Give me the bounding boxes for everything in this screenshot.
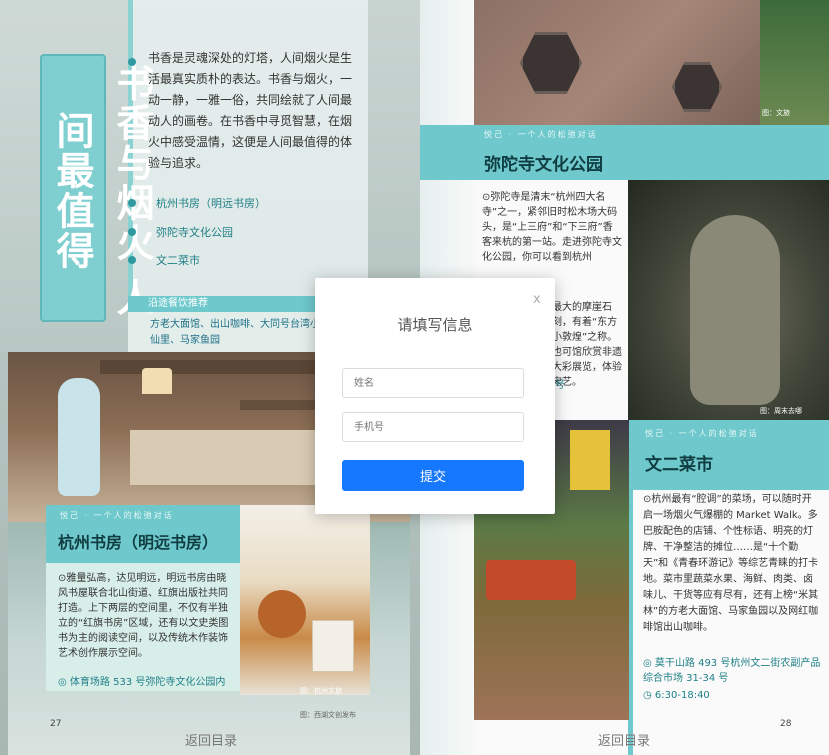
section2-title: 文二菜市 — [645, 455, 713, 475]
section2-address: ◎ 莫干山路 493 号杭州文二街农副产品综合市场 31-34 号 — [643, 656, 821, 686]
card-body-text: ⊙雅量弘高，达见明远，明远书房由晓风书屋联合北山街道、红旗出版社共同打造。上下两… — [58, 573, 229, 659]
toc-item-mituo-park[interactable]: 弥陀寺文化公园 — [156, 224, 233, 240]
section2-eyebrow: 悦己 · 一个人的松弛对话 — [645, 429, 759, 438]
photo-credit: 图：文旅 — [762, 109, 790, 117]
bookstore-card-body: ⊙雅量弘高，达见明远，明远书房由晓风书屋联合北山街道、红旗出版社共同打造。上下两… — [46, 563, 241, 691]
timeline-dot — [128, 199, 136, 207]
toc-item-wener-market[interactable]: 文二菜市 — [156, 252, 200, 268]
photo-credit: 图：周末去哪 — [760, 407, 802, 415]
bookstore-card-header: 悦己 · 一个人的松弛对话 杭州书房（明远书房） — [46, 505, 241, 563]
section1-eyebrow: 悦己 · 一个人的松弛对话 — [484, 130, 598, 139]
photo-credit: 图：西湖文创发布 — [300, 711, 356, 719]
modal-title: 请填写信息 — [397, 316, 473, 334]
section1-address-tail: 号 — [555, 380, 565, 391]
photo-credit: 图：杭州文旅 — [300, 687, 342, 695]
book-stack — [312, 620, 354, 672]
section2-address-text: 莫干山路 493 号杭州文二街农副产品综合市场 31-34 号 — [643, 658, 821, 684]
back-to-toc-left[interactable]: 返回目录 — [185, 730, 237, 749]
produce-stall — [486, 560, 576, 600]
section1-title: 弥陀寺文化公园 — [484, 155, 603, 175]
close-icon[interactable]: x — [533, 292, 541, 307]
doll-figure — [58, 378, 100, 496]
phone-input[interactable] — [342, 412, 524, 442]
lamp-icon — [142, 368, 172, 394]
card-address-text: 体育场路 533 号弥陀寺文化公园内 — [69, 677, 226, 688]
timeline-dot — [128, 256, 136, 264]
vertical-title-banner: 书香与烟火 人间最值得 — [40, 54, 155, 322]
section2-hours: ◷ 6:30-18:40 — [643, 690, 710, 701]
card-title: 杭州书房（明远书房） — [58, 533, 219, 552]
recommend-text: 方老大面馆、出山咖啡、大同号台湾小生仙里、马家鱼园 — [150, 319, 330, 346]
timeline-dot — [128, 58, 136, 66]
location-icon: ◎ — [643, 658, 655, 669]
food-bowl — [258, 590, 306, 638]
card-eyebrow: 悦己 · 一个人的松弛对话 — [60, 511, 174, 520]
vertical-title: 书香与烟火 人间最值得 — [50, 63, 155, 319]
back-to-toc-right[interactable]: 返回目录 — [598, 730, 650, 749]
name-input[interactable] — [342, 368, 524, 398]
foliage — [760, 0, 829, 125]
card-address: ◎ 体育场路 533 号弥陀寺文化公园内 — [58, 673, 238, 688]
buddha-figure — [690, 215, 780, 405]
section1-band — [420, 125, 829, 180]
timeline-dot — [128, 228, 136, 236]
intro-text: 书香是灵魂深处的灯塔，人间烟火是生活最真实质朴的表达。书香与烟火，一动一静，一雅… — [148, 51, 353, 170]
location-icon: ◎ — [58, 677, 70, 688]
section2-hours-text: 6:30-18:40 — [654, 690, 710, 701]
toc-item-bookstore[interactable]: 杭州书房（明远书房） — [156, 195, 266, 211]
page-number-left: 27 — [50, 719, 62, 729]
page-number-right: 28 — [780, 719, 792, 729]
clock-icon: ◷ — [643, 690, 655, 701]
market-sign — [570, 430, 610, 490]
submit-button[interactable]: 提交 — [342, 460, 524, 491]
section1-body: ⊙弥陀寺是清末“杭州四大名寺”之一，紧邻旧时松木场大码头，是“上三府”和“下三府… — [482, 192, 622, 263]
section2-body: ⊙杭州最有“腔调”的菜场，可以随时开启一场烟火气爆棚的 Market Walk。… — [643, 494, 819, 633]
